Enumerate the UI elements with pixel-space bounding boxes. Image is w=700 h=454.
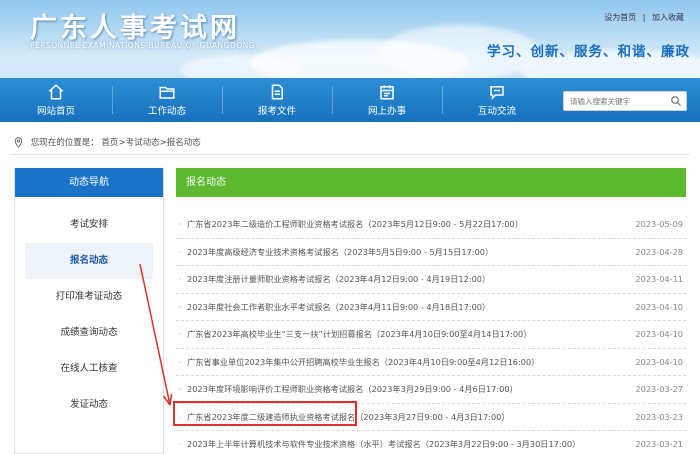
nav-item-exam-files[interactable]: 报考文件: [229, 78, 325, 122]
nav-divider: [112, 86, 113, 114]
nav-item-work-news[interactable]: 工作动态: [119, 78, 215, 122]
calendar-icon: [380, 85, 394, 100]
bullet: ·: [179, 219, 182, 229]
add-favorite-link[interactable]: 加入收藏: [652, 13, 684, 22]
list-item[interactable]: · 2023年度注册计量师职业资格考试报名（2023年4月12日9:00 - 4…: [176, 266, 686, 294]
list-item[interactable]: · 广东省2023年高校毕业生“三支一扶”计划招募报名（2023年4月10日9:…: [176, 321, 686, 349]
list-item[interactable]: · 2023年度高级经济专业技术资格考试报名（2023年5月5日9:00 - 5…: [176, 239, 686, 266]
list-item-date: 2023-03-23: [635, 411, 683, 422]
bullet: ·: [179, 384, 182, 394]
list-item[interactable]: · 广东省事业单位2023年集中公开招聘高校毕业生报名（2023年4月10日9:…: [176, 349, 686, 376]
list-item-title[interactable]: 2023年度高级经济专业技术资格考试报名（2023年5月5日9:00 - 5月1…: [187, 239, 493, 266]
breadcrumb-home[interactable]: 首页: [101, 138, 118, 148]
list-item[interactable]: · 广东省2023年二级造价工程师职业资格考试报名（2023年5月12日9:00…: [176, 211, 686, 239]
sidebar-item-certificate[interactable]: 发证动态: [27, 387, 151, 423]
cloud-decoration: [180, 55, 300, 78]
chat-icon: [490, 86, 504, 100]
nav-item-label: 网上办事: [367, 106, 406, 117]
search-box: [563, 91, 687, 111]
sidebar: 动态导航 考试安排 报名动态 打印准考证动态 成绩查询动态 在线人工核查 发证动…: [14, 168, 164, 454]
list-item-title[interactable]: 广东省事业单位2023年集中公开招聘高校毕业生报名（2023年4月10日9:00…: [187, 349, 539, 376]
nav-item-label: 工作动态: [147, 106, 186, 117]
bullet: ·: [179, 356, 182, 367]
bullet: ·: [179, 301, 182, 312]
list-item-date: 2023-04-10: [635, 301, 683, 312]
annotation-highlight-box: [173, 401, 357, 426]
list-item-date: 2023-03-21: [635, 439, 683, 449]
sidebar-item-exam-schedule[interactable]: 考试安排: [27, 207, 151, 243]
list-item-date: 2023-04-11: [635, 274, 683, 284]
list-item-title[interactable]: 广东省2023年高校毕业生“三支一扶”计划招募报名（2023年4月10日9:00…: [187, 321, 531, 348]
bullet: ·: [179, 439, 182, 449]
sidebar-item-score-query[interactable]: 成绩查询动态: [27, 315, 151, 351]
home-icon: [48, 84, 64, 100]
nav-divider: [222, 86, 223, 114]
breadcrumb-separator: >: [118, 138, 126, 148]
header-banner: 广东人事考试网 PERSONNEL EXAMINATIONS BUREAU OF…: [0, 0, 700, 78]
list-item-title[interactable]: 2023年上半年计算机技术与软件专业技术资格（水平）考试报名（2023年3月22…: [187, 431, 580, 454]
sidebar-item-manual-review[interactable]: 在线人工核查: [27, 351, 151, 387]
list-item-title[interactable]: 2023年度环境影响评价工程师职业资格考试报名（2023年3月29日9:00 -…: [187, 376, 518, 403]
divider: [10, 154, 690, 155]
document-icon: [271, 84, 283, 100]
nav-item-label: 报考文件: [257, 106, 296, 117]
breadcrumb-separator: >: [159, 138, 167, 148]
nav-item-online-service[interactable]: 网上办事: [339, 78, 435, 122]
top-links-separator: |: [642, 13, 646, 22]
location-pin-icon: [14, 137, 23, 148]
sidebar-heading: 动态导航: [15, 168, 163, 197]
nav-divider: [442, 86, 443, 114]
bullet: ·: [179, 329, 182, 339]
set-home-link[interactable]: 设为首页: [604, 13, 636, 22]
list-item-date: 2023-04-10: [635, 356, 683, 367]
list-item-date: 2023-04-10: [635, 329, 683, 339]
bullet: ·: [179, 274, 182, 284]
slogan: 学习、创新、服务、和谐、廉政: [487, 44, 690, 60]
nav-item-home[interactable]: 网站首页: [8, 78, 104, 122]
nav-item-label: 互动交流: [477, 106, 516, 117]
list-item[interactable]: · 2023年度社会工作者职业水平考试报名（2023年4月11日9:00 - 4…: [176, 294, 686, 321]
search-input[interactable]: [570, 94, 660, 109]
bullet: ·: [179, 246, 182, 257]
search-icon[interactable]: [670, 95, 682, 107]
site-title[interactable]: 广东人事考试网: [30, 6, 240, 45]
folder-icon: [159, 86, 175, 99]
sidebar-item-registration-news[interactable]: 报名动态: [25, 243, 153, 279]
list-item-title[interactable]: 2023年度社会工作者职业水平考试报名（2023年4月11日9:00 - 4月1…: [187, 294, 490, 321]
top-links: 设为首页 | 加入收藏: [602, 12, 686, 23]
sidebar-item-admission-ticket[interactable]: 打印准考证动态: [27, 279, 151, 315]
nav-item-label: 网站首页: [36, 106, 75, 117]
list-item-date: 2023-03-27: [635, 384, 683, 394]
nav-divider: [332, 86, 333, 114]
list-item-title[interactable]: 广东省2023年二级造价工程师职业资格考试报名（2023年5月12日9:00 -…: [187, 211, 523, 238]
list-item[interactable]: · 2023年度环境影响评价工程师职业资格考试报名（2023年3月29日9:00…: [176, 376, 686, 404]
list-item[interactable]: · 2023年上半年计算机技术与软件专业技术资格（水平）考试报名（2023年3月…: [176, 431, 686, 454]
breadcrumb-exam-news[interactable]: 考试动态: [126, 138, 160, 148]
list-item-date: 2023-04-28: [635, 246, 683, 257]
breadcrumb: 您现在的位置是： 首页>考试动态>报名动态: [14, 136, 201, 148]
nav-item-interaction[interactable]: 互动交流: [449, 78, 545, 122]
list-item-title[interactable]: 2023年度注册计量师职业资格考试报名（2023年4月12日9:00 - 4月1…: [187, 266, 490, 293]
list-item-date: 2023-05-09: [635, 219, 683, 229]
breadcrumb-prefix: 您现在的位置是：: [30, 138, 99, 148]
site-subtitle: PERSONNEL EXAMINATIONS BUREAU OF GUANGDO…: [30, 41, 256, 50]
section-heading: 报名动态: [176, 168, 686, 197]
breadcrumb-current[interactable]: 报名动态: [167, 138, 201, 148]
